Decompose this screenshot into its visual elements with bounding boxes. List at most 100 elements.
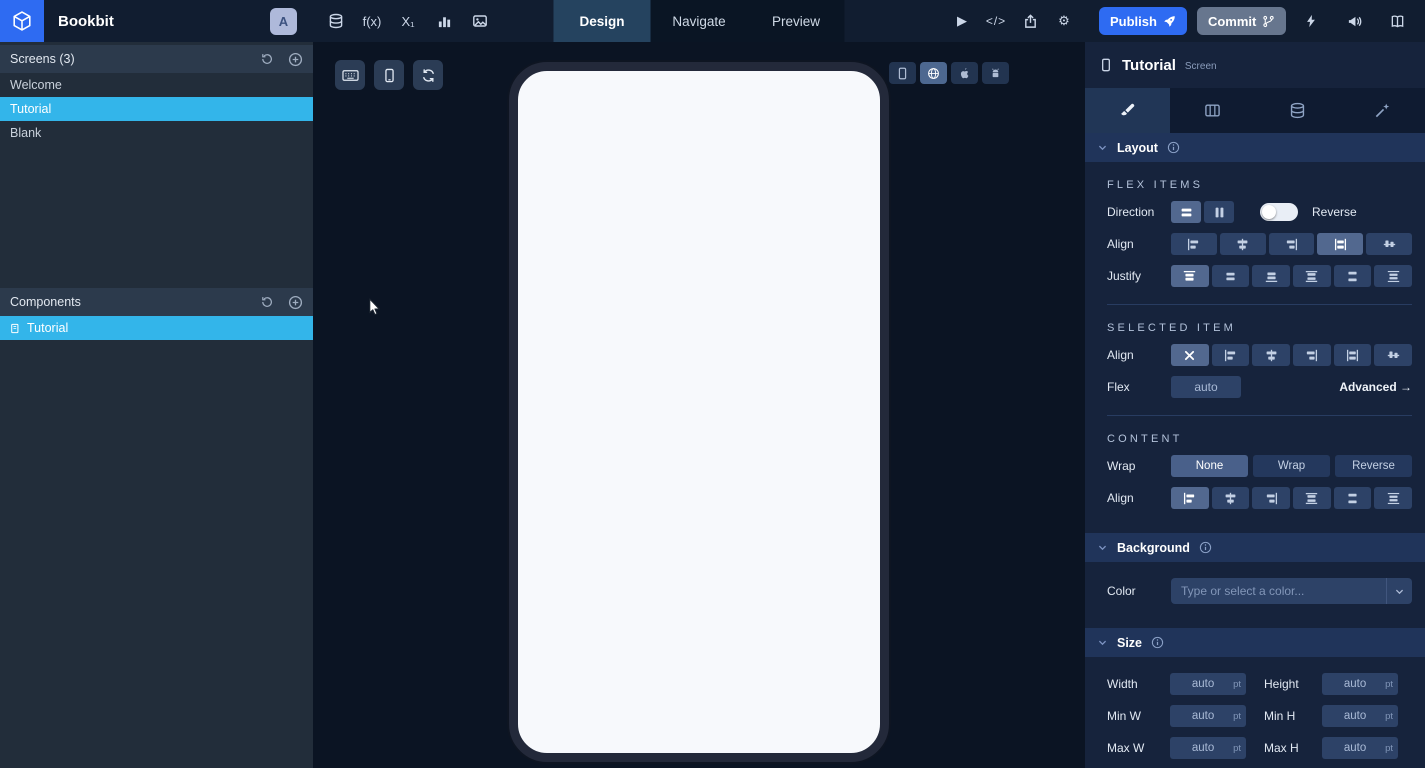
tab-data-icon[interactable] [1255,88,1340,133]
topbar: Bookbit A f(x) X₁ Design Navigate Previe… [0,0,1425,42]
keyboard-icon[interactable] [335,60,365,90]
device-ios-icon[interactable] [951,62,978,84]
wrap-wrap-button[interactable]: Wrap [1253,455,1330,477]
color-input[interactable] [1171,584,1386,598]
align-auto-button[interactable] [1171,344,1209,366]
justify-start-button[interactable] [1171,265,1209,287]
rocket-icon [1163,15,1176,28]
align-center-button[interactable] [1220,233,1266,255]
device-phone-icon[interactable] [889,62,916,84]
components-history-icon[interactable] [260,295,274,309]
align-start-button[interactable] [1212,344,1250,366]
align-start-button[interactable] [1171,233,1217,255]
align-end-button[interactable] [1269,233,1315,255]
lightning-icon[interactable] [1296,6,1326,36]
topbar-middle: f(x) X₁ Design Navigate Preview ▶ </> ⚙ [313,0,1085,42]
refresh-icon[interactable] [413,60,443,90]
tab-actions-wand-icon[interactable] [1340,88,1425,133]
play-icon[interactable]: ▶ [947,6,977,36]
add-component-icon[interactable] [288,295,303,310]
info-icon[interactable] [1167,141,1180,154]
tab-preview[interactable]: Preview [748,0,845,42]
min-width-unit: pt [1233,711,1241,722]
gear-icon[interactable]: ⚙ [1049,6,1079,36]
screens-history-icon[interactable] [260,52,274,66]
align-center-button[interactable] [1252,344,1290,366]
device-web-icon[interactable] [920,62,947,84]
align-baseline-button[interactable] [1366,233,1412,255]
component-item-tutorial[interactable]: Tutorial [0,316,313,340]
justify-center-button[interactable] [1212,265,1250,287]
align-baseline-button[interactable] [1374,344,1412,366]
align-stretch-button[interactable] [1334,344,1372,366]
utility-icons [1296,6,1412,36]
design-canvas[interactable] [313,42,1085,768]
screen-item-welcome[interactable]: Welcome [0,73,313,97]
commit-label: Commit [1208,14,1256,29]
justify-evenly-button[interactable] [1374,265,1412,287]
justify-between-button[interactable] [1293,265,1331,287]
app-logo[interactable] [0,0,44,42]
advanced-link[interactable]: Advanced → [1339,380,1412,394]
screen-item-blank[interactable]: Blank [0,121,313,145]
color-row: Color [1107,578,1412,604]
divider [1107,415,1412,416]
reverse-toggle[interactable] [1260,203,1298,221]
color-dropdown-button[interactable] [1386,578,1412,604]
max-width-input[interactable]: auto pt [1170,737,1246,759]
components-list: Tutorial [0,316,313,340]
layout-section-header[interactable]: Layout [1085,133,1425,162]
data-stack-icon[interactable] [321,6,351,36]
justify-around-button[interactable] [1334,265,1372,287]
align-center-button[interactable] [1212,487,1250,509]
tool-icons: f(x) X₁ [321,6,495,36]
wrap-segmented-control: None Wrap Reverse [1171,455,1412,477]
functions-icon[interactable]: f(x) [357,6,387,36]
flex-direction-row-button[interactable] [1171,201,1201,223]
screen-item-tutorial[interactable]: Tutorial [0,97,313,121]
info-icon[interactable] [1151,636,1164,649]
max-height-input[interactable]: auto pt [1322,737,1398,759]
wrap-none-button[interactable]: None [1171,455,1248,477]
share-icon[interactable] [1015,6,1045,36]
variables-icon[interactable]: X₁ [393,6,423,36]
code-icon[interactable]: </> [981,6,1011,36]
tab-navigate[interactable]: Navigate [651,0,748,42]
flex-value: auto [1194,380,1217,394]
align-start-button[interactable] [1171,487,1209,509]
tab-design[interactable]: Design [554,0,651,42]
assets-icon[interactable] [465,6,495,36]
commit-button[interactable]: Commit [1197,7,1286,35]
justify-evenly-button[interactable] [1374,487,1412,509]
justify-between-button[interactable] [1293,487,1331,509]
min-width-input[interactable]: auto pt [1170,705,1246,727]
align-end-button[interactable] [1252,487,1290,509]
justify-around-button[interactable] [1334,487,1372,509]
publish-button[interactable]: Publish [1099,7,1187,35]
width-input[interactable]: auto pt [1170,673,1246,695]
avatar[interactable]: A [270,8,297,35]
theme-icon[interactable] [429,6,459,36]
device-frame-icon[interactable] [374,60,404,90]
tab-styles-brush-icon[interactable] [1085,88,1170,133]
megaphone-icon[interactable] [1339,6,1369,36]
size-section-header[interactable]: Size [1085,628,1425,657]
wrap-reverse-button[interactable]: Reverse [1335,455,1412,477]
reverse-label: Reverse [1312,205,1357,219]
align-end-button[interactable] [1293,344,1331,366]
device-preview[interactable] [509,62,889,762]
device-android-icon[interactable] [982,62,1009,84]
min-height-input[interactable]: auto pt [1322,705,1398,727]
justify-end-button[interactable] [1252,265,1290,287]
align-stretch-button[interactable] [1317,233,1363,255]
docs-book-icon[interactable] [1382,6,1412,36]
flex-direction-column-button[interactable] [1204,201,1234,223]
info-icon[interactable] [1199,541,1212,554]
height-input[interactable]: auto pt [1322,673,1398,695]
background-section-header[interactable]: Background [1085,533,1425,562]
min-width-label: Min W [1107,709,1170,723]
tab-config-icon[interactable] [1170,88,1255,133]
flex-input[interactable]: auto [1171,376,1241,398]
add-screen-icon[interactable] [288,52,303,67]
chevron-down-icon [1097,142,1108,153]
